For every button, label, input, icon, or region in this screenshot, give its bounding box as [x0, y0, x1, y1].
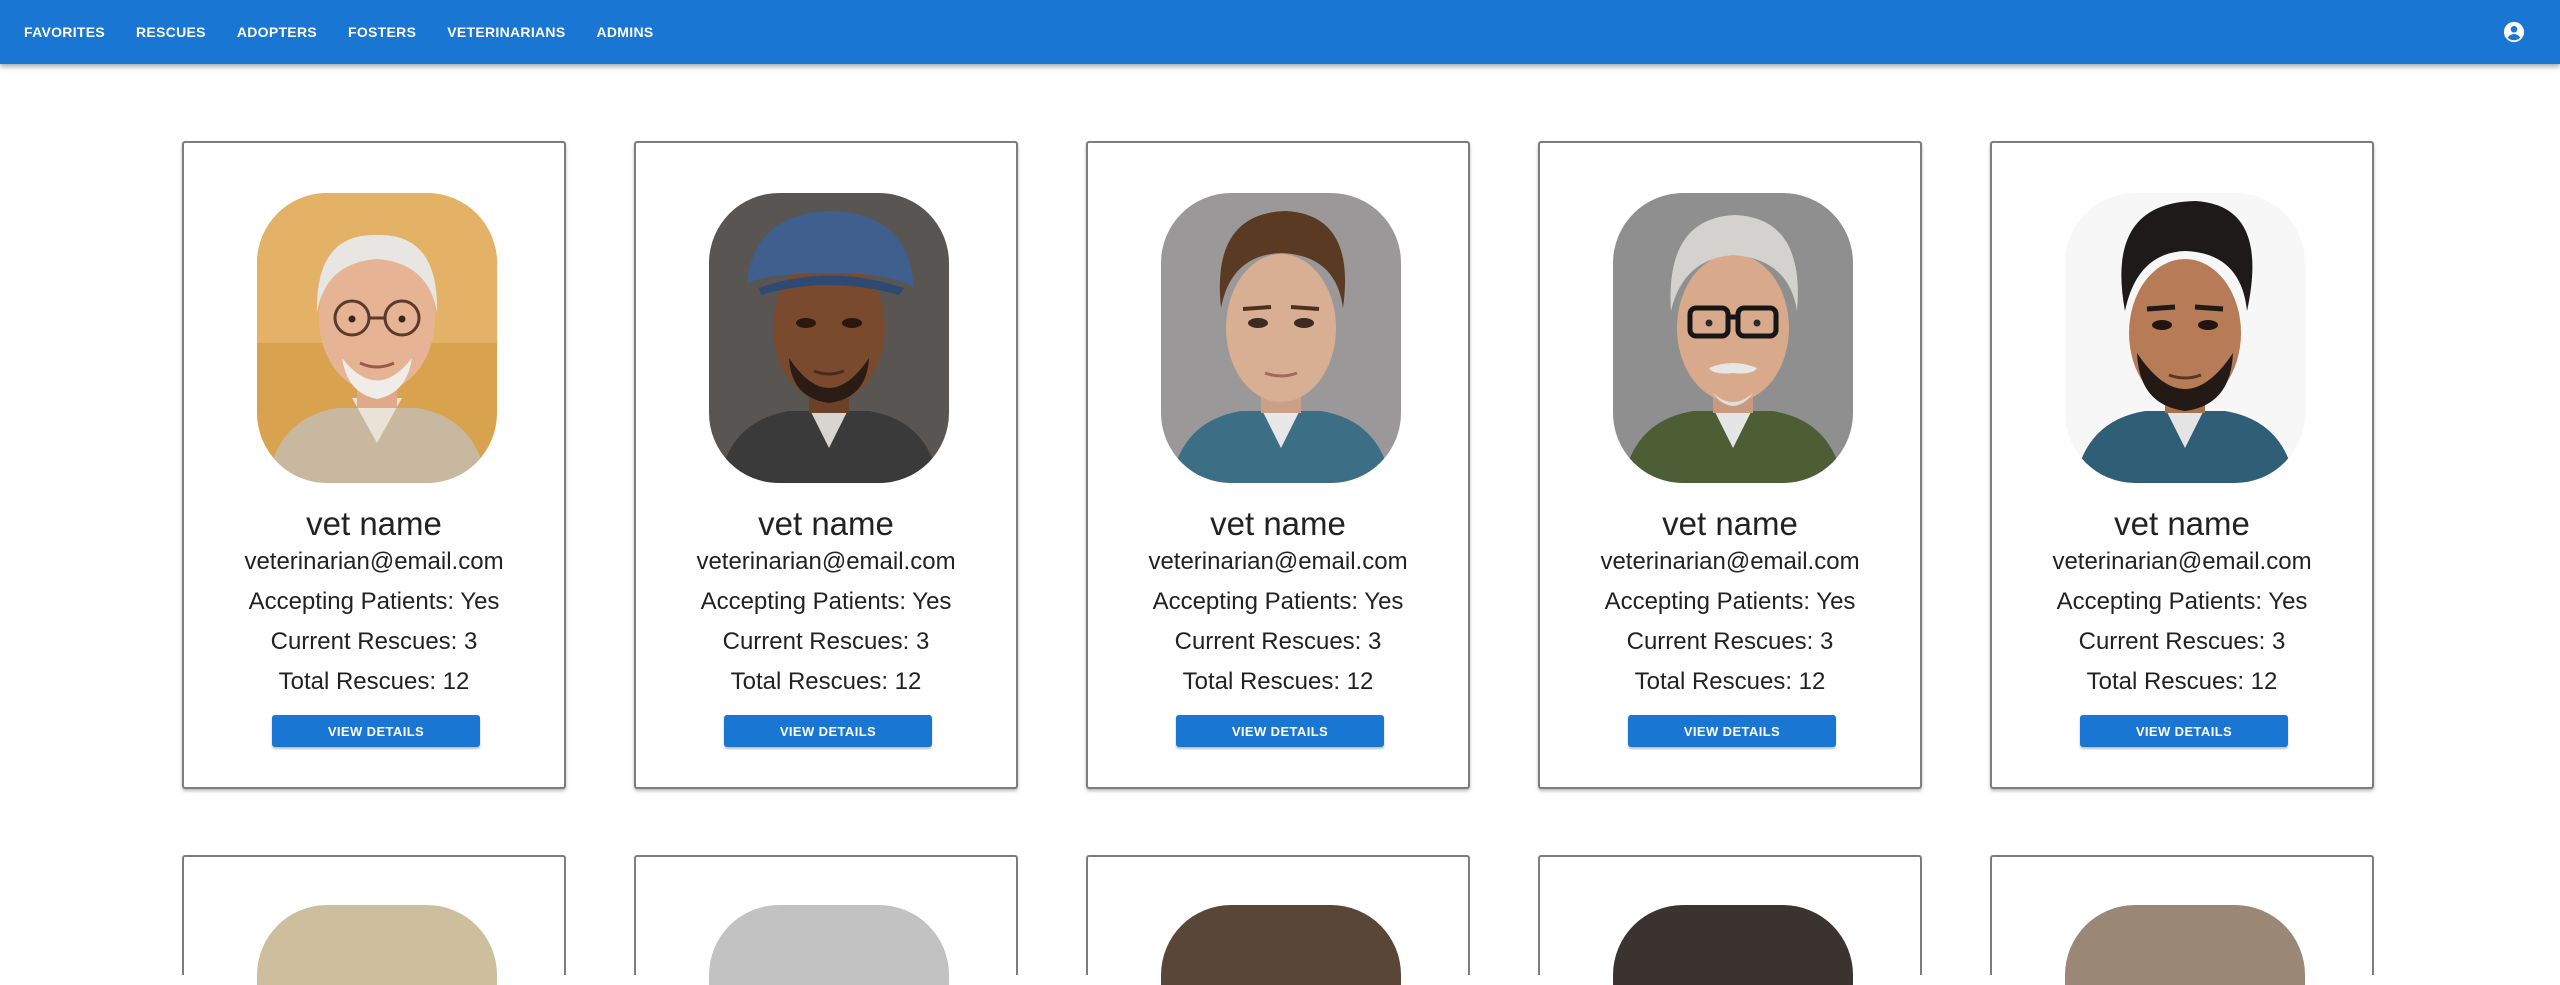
accepting-patients: Accepting Patients: Yes	[1604, 588, 1856, 615]
vet-card	[1538, 855, 1922, 985]
vet-photo	[1161, 905, 1401, 985]
vet-card: vet name veterinarian@email.com Acceptin…	[1086, 141, 1470, 789]
current-rescues: Current Rescues: 3	[2078, 628, 2286, 655]
vet-name: vet name	[1662, 505, 1798, 542]
vet-photo	[1161, 193, 1401, 483]
nav-fosters[interactable]: FOSTERS	[340, 14, 424, 50]
current-rescues: Current Rescues: 3	[1626, 628, 1834, 655]
view-details-button[interactable]: VIEW DETAILS	[272, 715, 480, 747]
nav-favorites[interactable]: FAVORITES	[24, 14, 113, 50]
vet-photo	[2065, 905, 2305, 985]
view-details-button[interactable]: VIEW DETAILS	[1176, 715, 1384, 747]
total-rescues: Total Rescues: 12	[730, 668, 922, 695]
main-nav: FAVORITES RESCUES ADOPTERS FOSTERS VETER…	[24, 0, 677, 64]
vet-name: vet name	[1210, 505, 1346, 542]
vet-photo	[2065, 193, 2305, 483]
vet-email: veterinarian@email.com	[244, 548, 504, 575]
nav-adopters[interactable]: ADOPTERS	[229, 14, 325, 50]
view-details-button[interactable]: VIEW DETAILS	[724, 715, 932, 747]
vet-card	[634, 855, 1018, 985]
vet-email: veterinarian@email.com	[2052, 548, 2312, 575]
app-bar: FAVORITES RESCUES ADOPTERS FOSTERS VETER…	[0, 0, 2560, 64]
vet-card: vet name veterinarian@email.com Acceptin…	[634, 141, 1018, 789]
vet-card	[1086, 855, 1470, 985]
current-rescues: Current Rescues: 3	[270, 628, 478, 655]
vet-card: vet name veterinarian@email.com Acceptin…	[1538, 141, 1922, 789]
vet-photo	[1613, 905, 1853, 985]
vet-photo	[709, 905, 949, 985]
account-circle-icon	[2503, 21, 2525, 43]
vet-name: vet name	[758, 505, 894, 542]
total-rescues: Total Rescues: 12	[1182, 668, 1374, 695]
current-rescues: Current Rescues: 3	[1174, 628, 1382, 655]
vet-email: veterinarian@email.com	[696, 548, 956, 575]
total-rescues: Total Rescues: 12	[2086, 668, 2278, 695]
vet-card: vet name veterinarian@email.com Acceptin…	[182, 141, 566, 789]
current-rescues: Current Rescues: 3	[722, 628, 930, 655]
total-rescues: Total Rescues: 12	[1634, 668, 1826, 695]
accepting-patients: Accepting Patients: Yes	[1152, 588, 1404, 615]
view-details-button[interactable]: VIEW DETAILS	[1628, 715, 1836, 747]
accepting-patients: Accepting Patients: Yes	[700, 588, 952, 615]
vet-name: vet name	[306, 505, 442, 542]
vet-card	[1990, 855, 2374, 985]
vet-photo	[1613, 193, 1853, 483]
vet-name: vet name	[2114, 505, 2250, 542]
vet-card	[182, 855, 566, 985]
nav-admins[interactable]: ADMINS	[588, 14, 661, 50]
total-rescues: Total Rescues: 12	[278, 668, 470, 695]
vet-card: vet name veterinarian@email.com Acceptin…	[1990, 141, 2374, 789]
account-button[interactable]	[2500, 18, 2528, 46]
vet-photo	[257, 193, 497, 483]
vet-photo	[257, 905, 497, 985]
nav-veterinarians[interactable]: VETERINARIANS	[439, 14, 573, 50]
vet-email: veterinarian@email.com	[1148, 548, 1408, 575]
vet-email: veterinarian@email.com	[1600, 548, 1860, 575]
view-details-button[interactable]: VIEW DETAILS	[2080, 715, 2288, 747]
nav-rescues[interactable]: RESCUES	[128, 14, 214, 50]
accepting-patients: Accepting Patients: Yes	[2056, 588, 2308, 615]
accepting-patients: Accepting Patients: Yes	[248, 588, 500, 615]
vet-photo	[709, 193, 949, 483]
